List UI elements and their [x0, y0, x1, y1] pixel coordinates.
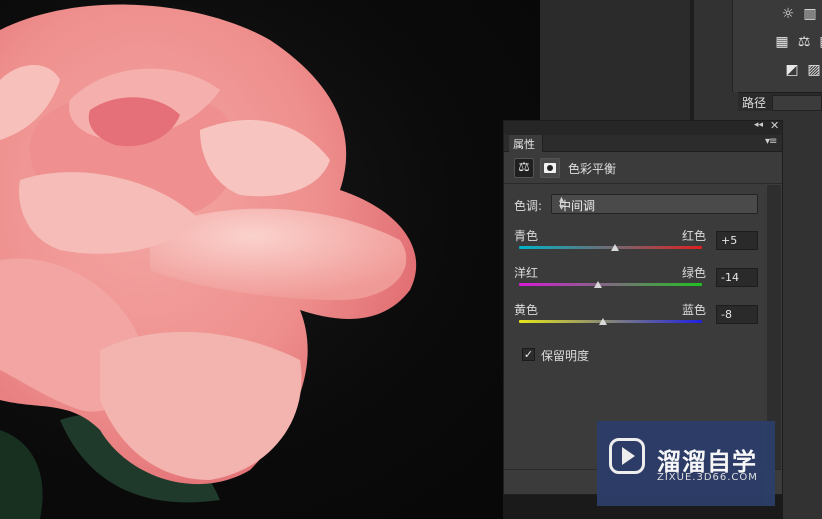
slider-value-input[interactable]: -14: [716, 268, 758, 287]
channel-mixer-icon[interactable]: ▦: [773, 34, 791, 50]
tab-properties-label: 属性: [513, 138, 535, 151]
slider-left-label: 青色: [514, 229, 539, 243]
slider-value-text: +5: [721, 234, 738, 247]
slider-right-label: 绿色: [682, 266, 707, 280]
slider-thumb[interactable]: [611, 244, 620, 251]
collapse-icon[interactable]: ◂◂: [754, 120, 763, 130]
play-logo-icon: [609, 438, 645, 474]
slider-magenta-green: 洋红 绿色 -14: [504, 264, 766, 300]
slider-thumb[interactable]: [593, 281, 602, 288]
brightness-icon[interactable]: ☼: [779, 6, 797, 22]
tab-properties[interactable]: 属性: [509, 135, 543, 152]
levels-icon[interactable]: ▥: [801, 6, 819, 22]
slider-value-text: -14: [721, 271, 739, 284]
slider-value-text: -8: [721, 308, 732, 321]
select-arrow-icon: ▴ ▾: [559, 194, 565, 213]
slider-left-label: 洋红: [514, 266, 539, 280]
tone-label: 色调:: [514, 199, 543, 213]
adjustment-header: ⚖ 色彩平衡: [504, 152, 782, 184]
slider-yellow-blue: 黄色 蓝色 -8: [504, 301, 766, 337]
layer-mask-icon[interactable]: [540, 158, 560, 178]
tone-select[interactable]: 中间调 ▴ ▾: [551, 194, 758, 214]
photo-canvas[interactable]: [0, 0, 540, 519]
close-icon[interactable]: ✕: [770, 119, 779, 132]
watermark: 溜溜自学 ZIXUE.3D66.COM: [597, 421, 775, 506]
preserve-luminosity-label: 保留明度: [541, 349, 590, 363]
color-balance-icon[interactable]: ⚖: [514, 158, 534, 178]
paths-tab-area: [772, 95, 822, 111]
gradient-icon[interactable]: ▤: [817, 34, 822, 50]
rose-image: [0, 4, 417, 519]
slider-cyan-red: 青色 红色 +5: [504, 227, 766, 263]
panel-tabbar: 属性 ▾≡: [504, 135, 782, 152]
gradient-map-icon[interactable]: ▨: [805, 62, 822, 78]
invert-icon[interactable]: ◩: [783, 62, 801, 78]
slider-value-input[interactable]: -8: [716, 305, 758, 324]
slider-left-label: 黄色: [514, 303, 539, 317]
slider-right-label: 红色: [682, 229, 707, 243]
paths-tab-label: 路径: [742, 96, 767, 110]
adjustments-icon-grid: ☼ ▥ ▦ ⚖ ▤ ◩ ▨: [732, 0, 822, 92]
slider-value-input[interactable]: +5: [716, 231, 758, 250]
slider-track[interactable]: [519, 320, 702, 323]
watermark-url: ZIXUE.3D66.COM: [657, 472, 758, 483]
color-balance-icon[interactable]: ⚖: [795, 34, 813, 50]
adjustment-title: 色彩平衡: [568, 162, 617, 176]
panel-menu-icon[interactable]: ▾≡: [765, 136, 777, 147]
slider-right-label: 蓝色: [682, 303, 707, 317]
preserve-luminosity-checkbox[interactable]: ✓: [522, 348, 535, 361]
slider-thumb[interactable]: [599, 318, 608, 325]
panel-titlebar[interactable]: ◂◂ ✕: [504, 119, 782, 135]
slider-track[interactable]: [519, 283, 702, 286]
paths-panel-tab[interactable]: 路径: [738, 92, 822, 111]
